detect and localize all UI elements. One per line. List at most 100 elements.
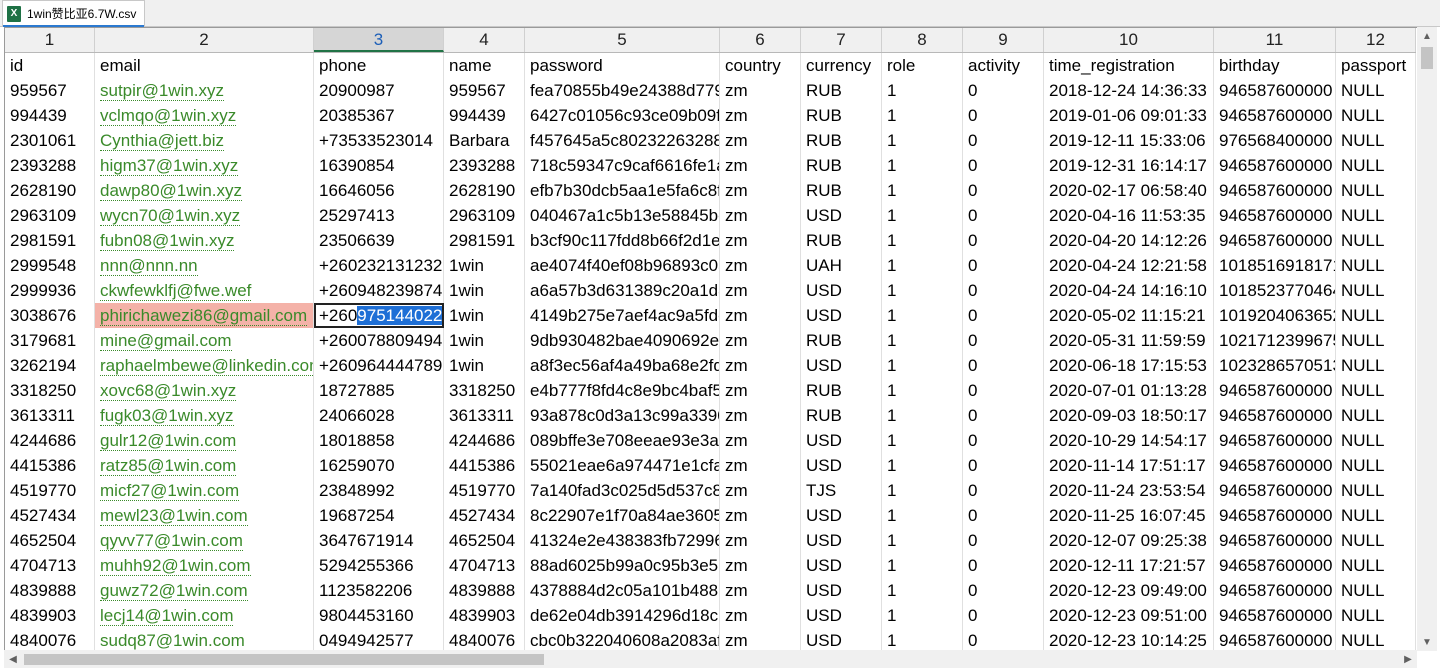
cell-phone[interactable]: 9804453160 xyxy=(314,603,444,628)
cell-role[interactable]: 1 xyxy=(882,228,963,253)
cell-phone[interactable]: +260948239874 xyxy=(314,278,444,303)
cell-activity[interactable]: 0 xyxy=(963,278,1044,303)
cell-country[interactable]: zm xyxy=(720,78,801,103)
cell-role[interactable]: 1 xyxy=(882,303,963,328)
cell-activity[interactable]: 0 xyxy=(963,603,1044,628)
cell-birthday[interactable]: 946587600000 xyxy=(1214,153,1336,178)
cell-currency[interactable]: RUB xyxy=(801,228,882,253)
cell-passport[interactable]: NULL xyxy=(1336,528,1416,553)
email-link[interactable]: gulr12@1win.com xyxy=(100,431,237,451)
cell-role[interactable]: 1 xyxy=(882,528,963,553)
cell-name[interactable]: 4839888 xyxy=(444,578,525,603)
cell-time-registration[interactable]: 2020-07-01 01:13:28 xyxy=(1044,378,1214,403)
cell-currency[interactable]: RUB xyxy=(801,178,882,203)
cell-name[interactable]: 4652504 xyxy=(444,528,525,553)
email-link[interactable]: higm37@1win.xyz xyxy=(100,156,239,176)
cell-birthday[interactable]: 946587600000 xyxy=(1214,203,1336,228)
cell-name[interactable]: 4839903 xyxy=(444,603,525,628)
cell-currency[interactable]: USD xyxy=(801,203,882,228)
cell-country[interactable]: zm xyxy=(720,328,801,353)
cell-country[interactable]: zm xyxy=(720,578,801,603)
scroll-up-icon[interactable]: ▲ xyxy=(1417,27,1437,45)
cell-name[interactable]: 1win xyxy=(444,253,525,278)
cell-email[interactable]: qyvv77@1win.com xyxy=(95,528,314,553)
cell-country[interactable]: zm xyxy=(720,203,801,228)
cell-passport[interactable]: NULL xyxy=(1336,78,1416,103)
cell-role[interactable]: 1 xyxy=(882,453,963,478)
cell-phone[interactable]: 3647671914 xyxy=(314,528,444,553)
cell-phone[interactable]: 18727885 xyxy=(314,378,444,403)
cell-activity[interactable]: 0 xyxy=(963,303,1044,328)
email-link[interactable]: dawp80@1win.xyz xyxy=(100,181,242,201)
cell-password[interactable]: 718c59347c9caf6616fe1a xyxy=(525,153,720,178)
email-link[interactable]: qyvv77@1win.com xyxy=(100,531,243,551)
column-header-4[interactable]: 4 xyxy=(444,28,525,52)
cell-currency[interactable]: USD xyxy=(801,603,882,628)
cell-id[interactable]: 4839888 xyxy=(5,578,95,603)
cell-password[interactable]: 040467a1c5b13e58845be xyxy=(525,203,720,228)
cell-password[interactable]: efb7b30dcb5aa1e5fa6c8f xyxy=(525,178,720,203)
cell-currency[interactable]: RUB xyxy=(801,78,882,103)
cell-phone[interactable]: phone xyxy=(314,53,444,78)
cell-role[interactable]: 1 xyxy=(882,578,963,603)
cell-passport[interactable]: NULL xyxy=(1336,428,1416,453)
cell-activity[interactable]: 0 xyxy=(963,103,1044,128)
cell-name[interactable]: 959567 xyxy=(444,78,525,103)
cell-id[interactable]: 2393288 xyxy=(5,153,95,178)
cell-role[interactable]: 1 xyxy=(882,128,963,153)
column-header-7[interactable]: 7 xyxy=(801,28,882,52)
cell-birthday[interactable]: 946587600000 xyxy=(1214,78,1336,103)
cell-name[interactable]: 1win xyxy=(444,303,525,328)
cell-phone[interactable]: 25297413 xyxy=(314,203,444,228)
cell-passport[interactable]: NULL xyxy=(1336,253,1416,278)
cell-email[interactable]: ckwfewklfj@fwe.wef xyxy=(95,278,314,303)
cell-activity[interactable]: 0 xyxy=(963,553,1044,578)
cell-country[interactable]: zm xyxy=(720,353,801,378)
cell-name[interactable]: 2628190 xyxy=(444,178,525,203)
cell-id[interactable]: 2999548 xyxy=(5,253,95,278)
cell-activity[interactable]: 0 xyxy=(963,528,1044,553)
cell-password[interactable]: 4149b275e7aef4ac9a5fdc xyxy=(525,303,720,328)
cell-id[interactable]: 3179681 xyxy=(5,328,95,353)
vertical-scrollbar[interactable]: ▲ ▼ xyxy=(1417,27,1437,651)
cell-phone[interactable]: 16646056 xyxy=(314,178,444,203)
cell-country[interactable]: zm xyxy=(720,278,801,303)
cell-name[interactable]: 4244686 xyxy=(444,428,525,453)
cell-phone[interactable]: 16259070 xyxy=(314,453,444,478)
cell-activity[interactable]: 0 xyxy=(963,578,1044,603)
cell-role[interactable]: 1 xyxy=(882,503,963,528)
cell-id[interactable]: 2628190 xyxy=(5,178,95,203)
cell-time-registration[interactable]: 2020-12-23 10:14:25 xyxy=(1044,628,1214,650)
cell-birthday[interactable]: 946587600000 xyxy=(1214,553,1336,578)
cell-id[interactable]: 4519770 xyxy=(5,478,95,503)
cell-id[interactable]: 959567 xyxy=(5,78,95,103)
cell-role[interactable]: 1 xyxy=(882,628,963,650)
scroll-right-icon[interactable]: ▶ xyxy=(1399,650,1417,668)
cell-activity[interactable]: 0 xyxy=(963,403,1044,428)
cell-id[interactable]: 4527434 xyxy=(5,503,95,528)
email-link[interactable]: ckwfewklfj@fwe.wef xyxy=(100,281,252,301)
cell-email[interactable]: dawp80@1win.xyz xyxy=(95,178,314,203)
cell-time-registration[interactable]: 2020-10-29 14:54:17 xyxy=(1044,428,1214,453)
cell-password[interactable]: 4378884d2c05a101b4886 xyxy=(525,578,720,603)
email-link[interactable]: fubn08@1win.xyz xyxy=(100,231,235,251)
cell-id[interactable]: 4652504 xyxy=(5,528,95,553)
cell-id[interactable]: 4244686 xyxy=(5,428,95,453)
cell-currency[interactable]: USD xyxy=(801,453,882,478)
cell-birthday[interactable]: 946587600000 xyxy=(1214,603,1336,628)
cell-time-registration[interactable]: 2019-12-31 16:14:17 xyxy=(1044,153,1214,178)
cell-name[interactable]: Barbara xyxy=(444,128,525,153)
cell-password[interactable]: 41324e2e438383fb72996 xyxy=(525,528,720,553)
cell-phone[interactable]: +260964444789 xyxy=(314,353,444,378)
cell-country[interactable]: zm xyxy=(720,253,801,278)
email-link[interactable]: raphaelmbewe@linkedin.com xyxy=(100,356,313,376)
cell-time-registration[interactable]: 2020-04-20 14:12:26 xyxy=(1044,228,1214,253)
cell-role[interactable]: 1 xyxy=(882,203,963,228)
cell-birthday[interactable]: 946587600000 xyxy=(1214,503,1336,528)
cell-time-registration[interactable]: 2020-04-16 11:53:35 xyxy=(1044,203,1214,228)
email-link[interactable]: guwz72@1win.com xyxy=(100,581,248,601)
cell-time-registration[interactable]: 2020-12-07 09:25:38 xyxy=(1044,528,1214,553)
cell-country[interactable]: zm xyxy=(720,303,801,328)
cell-password[interactable]: ae4074f40ef08b96893c03 xyxy=(525,253,720,278)
cell-time-registration[interactable]: 2020-12-23 09:49:00 xyxy=(1044,578,1214,603)
